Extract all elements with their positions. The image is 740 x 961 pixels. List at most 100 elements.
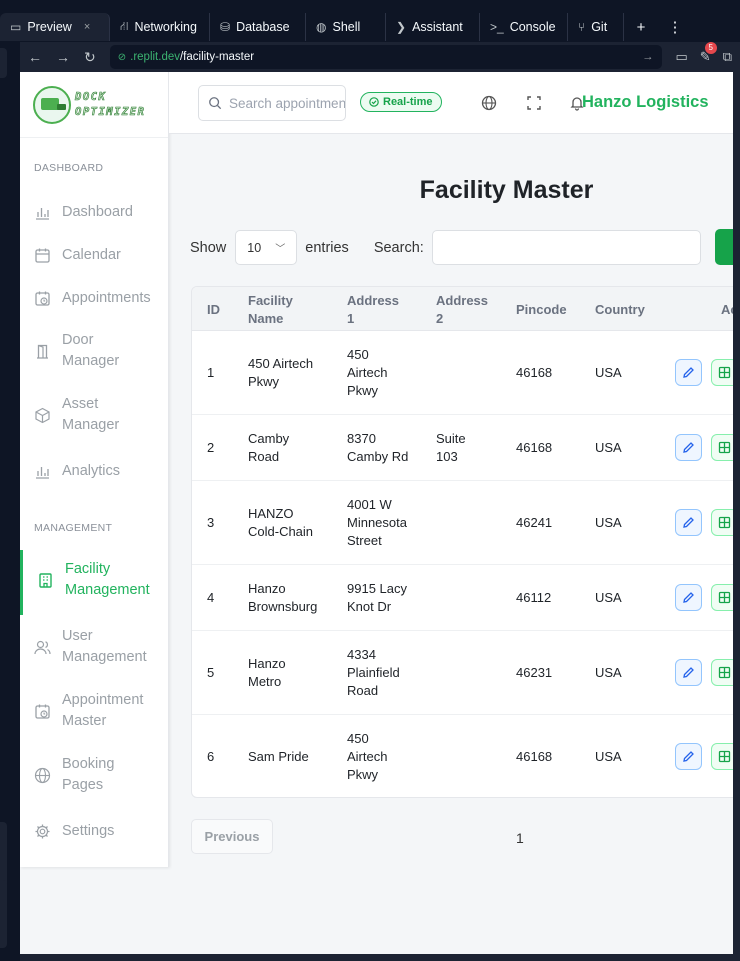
sidebar-label-line1: Dashboard — [62, 204, 133, 220]
search-input[interactable] — [229, 95, 345, 111]
fullscreen-icon[interactable] — [526, 95, 542, 111]
view-grid-button[interactable] — [711, 584, 733, 611]
bar-chart-icon — [36, 467, 49, 479]
cell-address1: 9915 Lacy Knot Dr — [347, 581, 407, 614]
calendar-clock-icon — [35, 291, 50, 306]
edit-button[interactable] — [675, 659, 702, 686]
view-grid-button[interactable] — [711, 743, 733, 770]
view-grid-button[interactable] — [711, 659, 733, 686]
view-grid-button[interactable] — [711, 434, 733, 461]
workspace-tab-shell[interactable]: ◍ Shell — [306, 13, 386, 41]
sidebar-item-label: Dashboard — [62, 202, 133, 223]
devtools-icon[interactable]: ✎ 5 — [700, 42, 717, 65]
cell-name: Sam Pride — [248, 749, 309, 764]
more-icon[interactable]: ⋮ — [658, 18, 692, 36]
column-header[interactable]: Country — [595, 301, 645, 319]
open-external-icon[interactable]: ⧉ — [723, 49, 732, 65]
forward-icon[interactable]: → — [56, 49, 70, 65]
sidebar-label-line1: Analytics — [62, 463, 121, 479]
building-icon — [39, 572, 52, 588]
devices-icon[interactable]: ▭ — [676, 49, 688, 65]
column-header[interactable]: Ac — [721, 301, 733, 319]
edit-button[interactable] — [675, 743, 702, 770]
cell-address1: 8370 Camby Rd — [347, 431, 409, 464]
page-title: Facility Master — [419, 176, 594, 204]
sidebar-item-calendar[interactable]: Calendar — [20, 245, 169, 266]
table-row[interactable]: 2 Camby Road 8370 Camby Rd Suite 103 46168 US… — [192, 415, 733, 481]
url-field[interactable]: ⊘ .replit.dev/facility-master → — [109, 45, 662, 69]
edit-button[interactable] — [675, 584, 702, 611]
workspace-tab-networking[interactable]: ⛙ Networking — [110, 13, 210, 41]
view-grid-button[interactable] — [711, 359, 733, 386]
column-header[interactable]: Facility Name — [248, 292, 293, 327]
sidebar-label-line1: User — [62, 628, 93, 644]
pencil-icon — [683, 367, 694, 378]
sidebar-item-appointment-master[interactable]: Appointment Master — [20, 690, 169, 732]
top-header: Real-time Hanzo Logistics — [169, 72, 733, 134]
workspace-tab-preview[interactable]: ▭ Preview × — [0, 13, 110, 41]
reload-icon[interactable]: ↻ — [84, 49, 96, 66]
table-row[interactable]: 3 HANZO Cold-Chain 4001 W Minnesota Street… — [192, 481, 733, 565]
company-name[interactable]: Hanzo Logistics — [582, 93, 709, 112]
add-facility-button[interactable] — [715, 229, 733, 265]
previous-page-button[interactable]: Previous — [191, 819, 273, 854]
gear-icon — [35, 824, 50, 839]
edit-button[interactable] — [675, 359, 702, 386]
realtime-badge[interactable]: Real-time — [360, 92, 442, 112]
sidebar-label-line2: Pages — [62, 777, 104, 793]
app-logo[interactable]: DOCK OPTIMIZER — [20, 72, 168, 138]
current-page-number[interactable]: 1 — [516, 830, 524, 846]
column-header[interactable]: Pincode — [516, 301, 567, 319]
table-row[interactable]: 1 450 Airtech Pkwy 450 Airtech Pkwy 46168 US… — [192, 331, 733, 415]
edit-button[interactable] — [675, 434, 702, 461]
cell-id: 5 — [207, 665, 215, 680]
workspace-tab-database[interactable]: ⛁ Database — [210, 13, 306, 41]
sidebar-item-settings[interactable]: Settings — [20, 821, 169, 842]
table-row[interactable]: 5 Hanzo Metro 4334 Plainfield Road 46231 USA — [192, 631, 733, 715]
gutter-handle[interactable] — [0, 48, 7, 78]
add-tab-icon[interactable]: + — [624, 19, 658, 36]
sidebar-item-label: Appointments — [62, 288, 151, 309]
go-arrow-icon[interactable]: → — [642, 51, 654, 63]
back-icon[interactable]: ← — [28, 49, 42, 65]
table-row[interactable]: 6 Sam Pride 450 Airtech Pkwy 46168 USA — [192, 715, 733, 797]
cell-address1: 4001 W Minnesota Street — [347, 497, 407, 548]
link-icon: ⊘ — [117, 51, 127, 63]
workspace-tab-console[interactable]: >_ Console — [480, 13, 568, 41]
sidebar-item-door-manager[interactable]: Door Manager — [20, 330, 169, 372]
close-icon[interactable]: × — [84, 21, 90, 33]
edit-button[interactable] — [675, 509, 702, 536]
cell-name: Hanzo Metro — [248, 656, 286, 689]
grid-icon — [718, 366, 731, 379]
column-header[interactable]: Address 2 — [436, 292, 488, 327]
sidebar-item-asset-manager[interactable]: Asset Manager — [20, 394, 169, 436]
shell-icon: ◍ — [316, 20, 327, 34]
view-grid-button[interactable] — [711, 509, 733, 536]
grid-icon — [718, 666, 731, 679]
column-header[interactable]: ID — [207, 301, 220, 319]
sidebar-item-facility-management[interactable]: Facility Management — [20, 559, 169, 601]
table-search-input[interactable] — [431, 230, 701, 265]
sidebar-item-booking-pages[interactable]: Booking Pages — [20, 754, 169, 796]
sidebar-item-appointments[interactable]: Appointments — [20, 288, 169, 309]
table-row[interactable]: 4 Hanzo Brownsburg 9915 Lacy Knot Dr 46112 U… — [192, 565, 733, 631]
entries-select[interactable]: 10 ﹀ — [235, 230, 298, 265]
sidebar-item-user-management[interactable]: User Management — [20, 626, 169, 668]
cell-address1: 450 Airtech Pkwy — [347, 731, 388, 782]
sidebar-item-analytics[interactable]: Analytics — [20, 461, 169, 482]
cell-pincode: 46112 — [516, 590, 552, 605]
sidebar-label-line2: Manager — [62, 417, 120, 433]
globe-icon[interactable] — [481, 95, 497, 111]
gutter-handle[interactable] — [0, 880, 7, 948]
bar-chart-icon — [36, 208, 49, 220]
workspace-tab-assistant[interactable]: ❯ Assistant — [386, 13, 480, 41]
sidebar-item-label: Booking Pages — [62, 754, 114, 796]
tab-label: Database — [236, 20, 290, 34]
column-header[interactable]: Address 1 — [347, 292, 399, 327]
workspace-tab-git[interactable]: ⑂ Git — [568, 13, 624, 41]
sidebar-item-dashboard[interactable]: Dashboard — [20, 202, 169, 223]
pencil-icon — [683, 592, 694, 603]
dashboard-section-label: DASHBOARD — [34, 162, 104, 174]
sidebar-label-line1: Appointments — [62, 290, 151, 306]
appointment-search[interactable] — [198, 85, 346, 121]
